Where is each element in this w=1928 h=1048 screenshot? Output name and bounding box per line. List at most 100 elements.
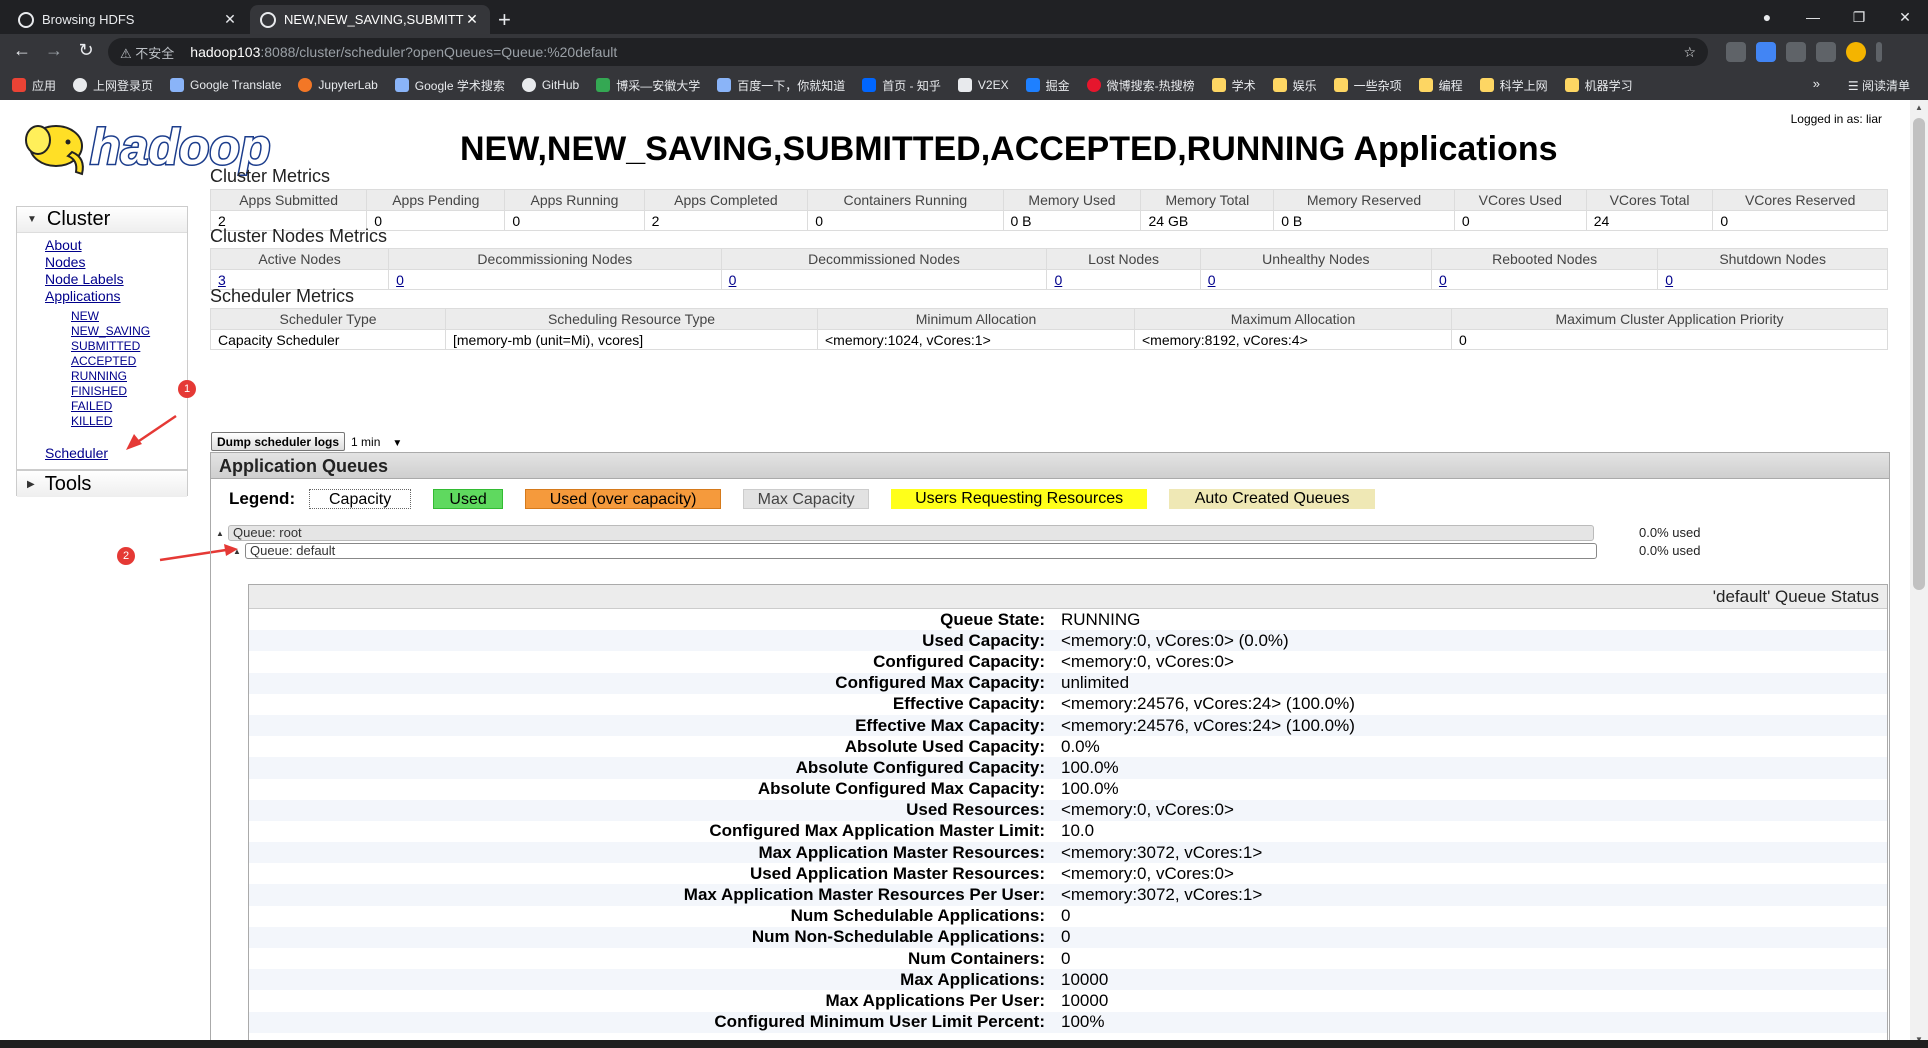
column-header: Memory Reserved [1273,189,1455,211]
legend-max-capacity: Max Capacity [743,489,870,509]
bookmark-folder[interactable]: 娱乐 [1272,77,1317,94]
nav-link-node-labels[interactable]: Node Labels [45,271,124,287]
bookmark-star-icon[interactable]: ☆ [1683,44,1696,61]
status-key: Used Application Master Resources: [749,863,1045,883]
column-header: Containers Running [807,189,1004,211]
new-tab-button[interactable]: + [498,7,511,33]
close-window-icon[interactable]: ✕ [1882,9,1928,26]
node-metrics-title: Cluster Nodes Metrics [210,226,388,246]
scroll-up-icon[interactable]: ▲ [1910,100,1928,116]
nav-link-submitted[interactable]: SUBMITTED [71,339,140,353]
nav-link-new[interactable]: NEW [71,309,99,323]
nav-link-running[interactable]: RUNNING [71,369,127,383]
rebooted-nodes-link[interactable]: 0 [1439,272,1447,288]
shutdown-nodes-link[interactable]: 0 [1665,272,1673,288]
restore-icon[interactable]: ❐ [1836,9,1882,26]
status-value: <memory:24576, vCores:24> (100.0%) [1061,715,1355,735]
log-interval-select[interactable]: 1 min ▼ [351,435,402,449]
status-key: Absolute Used Capacity: [844,736,1045,756]
lost-nodes-link[interactable]: 0 [1054,272,1062,288]
bookmark[interactable]: 掘金 [1025,77,1070,94]
status-row: Queue State: RUNNING [249,609,1887,630]
bookmark-folder[interactable]: 编程 [1418,77,1463,94]
expand-triangle-icon[interactable]: ▲ [233,547,241,556]
queue-root-bar[interactable]: Queue: root [228,525,1594,541]
cluster-nav-header[interactable]: ▼ Cluster [17,207,187,233]
url-input[interactable]: ⚠ 不安全 hadoop103:8088/cluster/scheduler?o… [108,38,1708,66]
dump-scheduler-logs-button[interactable]: Dump scheduler logs [211,432,346,451]
bookmark-folder[interactable]: 机器学习 [1564,77,1633,94]
puzzle-icon[interactable] [1816,42,1836,62]
url-path: :8088/cluster/scheduler?openQueues=Queue… [260,44,618,60]
forward-icon[interactable]: → [42,40,66,61]
expand-triangle-icon[interactable]: ▲ [216,529,224,538]
scrollbar-thumb[interactable] [1913,118,1925,590]
close-icon[interactable]: ✕ [222,11,238,28]
extension-icon[interactable] [1786,42,1806,62]
bookmark-label: 博采—安徽大学 [616,78,701,93]
bookmark[interactable]: JupyterLab [298,78,378,92]
nav-link-scheduler[interactable]: Scheduler [45,445,187,462]
extension-icon[interactable] [1756,42,1776,62]
reload-icon[interactable]: ↻ [74,40,98,61]
bookmark[interactable]: Google Translate [170,78,281,92]
status-row: Effective Max Capacity: <memory:24576, vC… [249,714,1887,737]
bookmark[interactable]: 博采—安徽大学 [596,77,700,94]
bookmark[interactable]: 微博搜索-热搜榜 [1086,77,1195,94]
profile-icon[interactable]: ● [1744,9,1790,25]
bookmark-label: JupyterLab [318,78,378,92]
tools-nav[interactable]: ▶ Tools [16,470,188,497]
back-icon[interactable]: ← [10,40,34,61]
table-cell: Capacity Scheduler [210,329,446,350]
bookmark-folder[interactable]: 学术 [1211,77,1256,94]
status-row: Configured Capacity: <memory:0, vCores:0> [249,651,1887,672]
nav-link-applications[interactable]: Applications [45,288,121,304]
bookmark[interactable]: 百度一下，你就知道 [717,77,845,94]
nav-link-new-saving[interactable]: NEW_SAVING [71,324,150,338]
insecure-label[interactable]: ⚠ 不安全 [120,43,174,62]
bookmark[interactable]: V2EX [957,78,1009,92]
annotation-marker-2: 2 [117,547,135,565]
queue-default-bar[interactable]: Queue: default [245,543,1597,559]
status-key: Max Applications Per User: [825,990,1046,1010]
bookmark[interactable]: 首页 - 知乎 [862,77,941,94]
nav-link-nodes[interactable]: Nodes [45,254,85,270]
more-bookmarks-button[interactable]: » [1813,76,1820,91]
nav-link-finished[interactable]: FINISHED [71,384,127,398]
nav-link-failed[interactable]: FAILED [71,399,112,413]
column-header: Apps Completed [643,189,809,211]
tools-nav-header[interactable]: ▶ Tools [17,471,187,497]
bookmark-label: 微博搜索-热搜榜 [1106,78,1195,93]
nav-link-killed[interactable]: KILLED [71,414,112,428]
menu-icon[interactable] [1876,42,1882,62]
translate-icon [170,78,185,92]
vertical-scrollbar[interactable]: ▲ ▼ [1910,100,1928,1048]
status-key: Absolute Configured Capacity: [795,757,1045,777]
cluster-nav: ▼ Cluster About Nodes Node Labels Applic… [16,206,188,470]
status-key: Queue State: [940,609,1045,629]
decommissioned-nodes-link[interactable]: 0 [729,272,737,288]
bookmark-apps[interactable]: 应用 [12,77,56,94]
table-header-row: Active Nodes Decommissioning Nodes Decom… [209,248,1888,270]
close-icon[interactable]: ✕ [464,11,480,28]
minimize-icon[interactable]: — [1790,9,1836,25]
bookmark[interactable]: 上网登录页 [73,77,153,94]
bookmark-folder[interactable]: 科学上网 [1479,77,1548,94]
extension-icon[interactable] [1726,42,1746,62]
tab-browsing-hdfs[interactable]: Browsing HDFS ✕ [8,5,248,34]
reading-list-button[interactable]: ☰ 阅读清单 [1848,77,1910,94]
tab-applications[interactable]: NEW,NEW_SAVING,SUBMITTE ✕ [250,5,490,34]
nav-link-about[interactable]: About [45,237,82,253]
scheduler-metrics-title: Scheduler Metrics [210,286,355,306]
expand-triangle-icon: ▼ [27,214,37,225]
nav-link-accepted[interactable]: ACCEPTED [71,354,136,368]
decommissioning-nodes-link[interactable]: 0 [396,272,404,288]
status-key: Max Applications: [900,969,1045,989]
avatar[interactable] [1846,42,1866,62]
table-cell: 0 [1451,329,1888,350]
bookmark[interactable]: GitHub [521,78,579,92]
column-header: Decommissioned Nodes [720,248,1048,270]
bookmark-folder[interactable]: 一些杂项 [1333,77,1402,94]
unhealthy-nodes-link[interactable]: 0 [1208,272,1216,288]
bookmark[interactable]: Google 学术搜索 [394,77,505,94]
